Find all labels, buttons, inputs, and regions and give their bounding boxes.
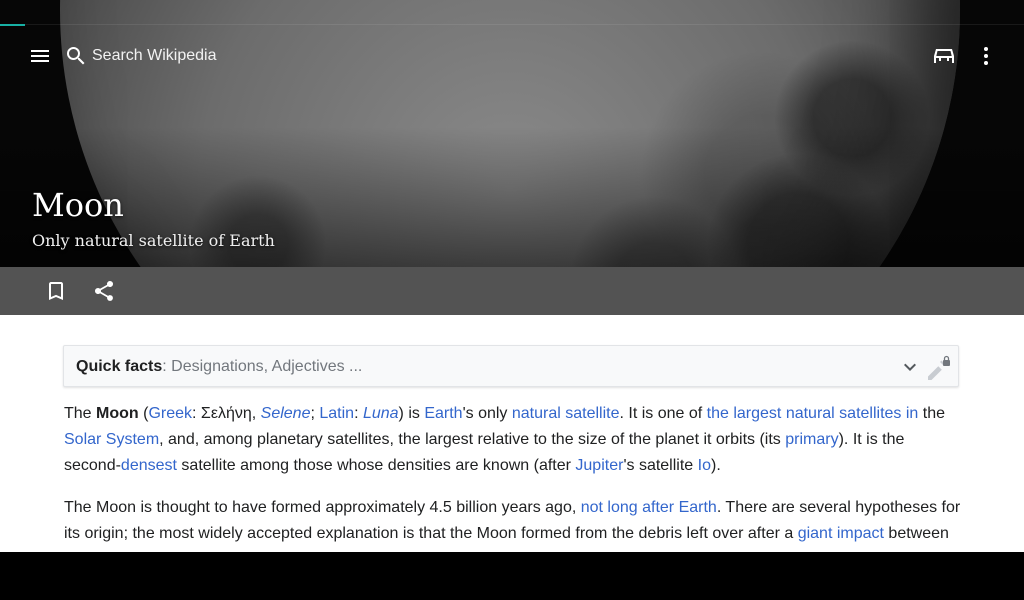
search-input[interactable]: Search Wikipedia [92, 46, 217, 66]
link-primary[interactable]: primary [785, 431, 838, 448]
share-button[interactable] [84, 271, 124, 311]
quick-facts-separator: : [162, 358, 172, 375]
link-selene[interactable]: Selene [261, 405, 311, 422]
text-run: . It is one of [619, 405, 707, 422]
text-run: The [64, 405, 97, 422]
article-action-bar [0, 267, 1024, 315]
overflow-menu-icon [984, 47, 988, 65]
intro-paragraph: The Moon (Greek: Σελήνη, Selene; Latin: … [64, 401, 964, 479]
text-run: ( [138, 405, 149, 422]
save-bookmark-button[interactable] [36, 271, 76, 311]
article-content: Quick facts: Designations, Adjectives ..… [0, 315, 1024, 552]
link-not-long-after-earth[interactable]: not long after Earth [581, 499, 717, 516]
text-run: , and, among planetary satellites, the l… [159, 431, 786, 448]
lead-image[interactable]: Search Wikipedia Moon Only natural satel… [0, 0, 1024, 267]
text-run: : [354, 405, 363, 422]
loading-progress-bar [0, 24, 25, 26]
text-run: : Σελήνη, [192, 405, 261, 422]
text-run: ). [710, 457, 721, 474]
search-icon[interactable] [64, 44, 88, 68]
quick-facts-collapsible[interactable]: Quick facts: Designations, Adjectives ..… [63, 345, 959, 387]
text-run: satellite among those whose densities ar… [176, 457, 576, 474]
link-solar-system[interactable]: Solar System [64, 431, 159, 448]
text-run: The Moon is thought to have formed appro… [64, 499, 581, 516]
chevron-down-icon[interactable] [898, 355, 922, 379]
text-run: ) is [398, 405, 425, 422]
text-run: the [918, 405, 946, 422]
menu-icon [31, 50, 49, 62]
bookmark-icon [49, 282, 63, 300]
page-title: Moon [32, 186, 124, 224]
link-earth[interactable]: Earth [424, 405, 462, 422]
link-jupiter[interactable]: Jupiter [575, 457, 623, 474]
link-natural-satellite[interactable]: natural satellite [512, 405, 620, 422]
quick-facts-summary: Designations, Adjectives ... [171, 358, 363, 375]
text-run: between [883, 525, 949, 542]
quick-facts-label: Quick facts [76, 358, 163, 375]
text-run: 's only [462, 405, 512, 422]
toolbar-divider [25, 24, 1024, 25]
link-giant-impact[interactable]: giant impact [798, 525, 884, 542]
link-greek[interactable]: Greek [148, 405, 192, 422]
link-densest[interactable]: densest [121, 457, 177, 474]
quick-facts-header: Quick facts: Designations, Adjectives ..… [76, 357, 362, 377]
share-icon [94, 280, 114, 301]
text-run: 's satellite [623, 457, 698, 474]
reading-lists-icon [934, 49, 954, 63]
edit-locked-icon[interactable] [924, 354, 952, 382]
overflow-menu-button[interactable] [966, 36, 1006, 76]
article-subject-bold: Moon [96, 405, 139, 422]
link-luna[interactable]: Luna [363, 405, 399, 422]
link-latin[interactable]: Latin [319, 405, 354, 422]
link-io[interactable]: Io [698, 457, 711, 474]
system-navigation-bar [0, 552, 1024, 600]
page-description: Only natural satellite of Earth [32, 231, 275, 250]
formation-paragraph: The Moon is thought to have formed appro… [64, 495, 964, 547]
reading-lists-button[interactable] [924, 36, 964, 76]
link-largest-natural-satellites[interactable]: the largest natural satellites in [707, 405, 919, 422]
menu-button[interactable] [20, 36, 60, 76]
